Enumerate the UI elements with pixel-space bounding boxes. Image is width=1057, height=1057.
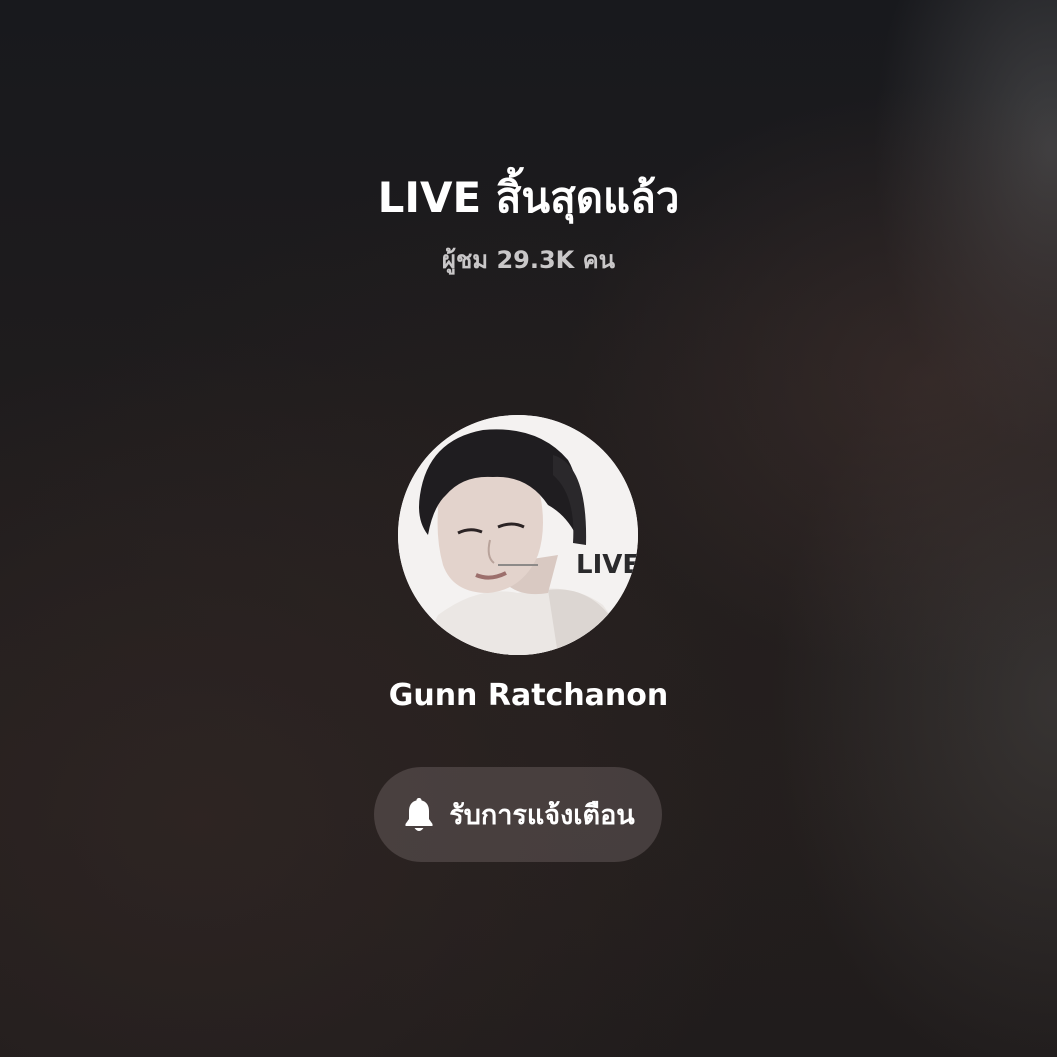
get-notifications-label: รับการแจ้งเตือน <box>449 800 635 831</box>
live-ended-title: LIVE สิ้นสุดแล้ว <box>377 173 680 222</box>
host-name[interactable]: Gunn Ratchanon <box>0 674 1057 718</box>
get-notifications-button[interactable]: รับการแจ้งเตือน <box>374 767 662 862</box>
live-ended-screen: LIVE สิ้นสุดแล้ว ผู้ชม 29.3K คน LIVE Gun… <box>0 0 1057 1057</box>
bell-icon <box>405 797 433 831</box>
host-avatar[interactable]: LIVE <box>398 415 638 655</box>
viewer-count: ผู้ชม 29.3K คน <box>441 246 616 274</box>
avatar-image: LIVE <box>398 415 638 655</box>
avatar-overlay-text: LIVE <box>576 550 638 580</box>
